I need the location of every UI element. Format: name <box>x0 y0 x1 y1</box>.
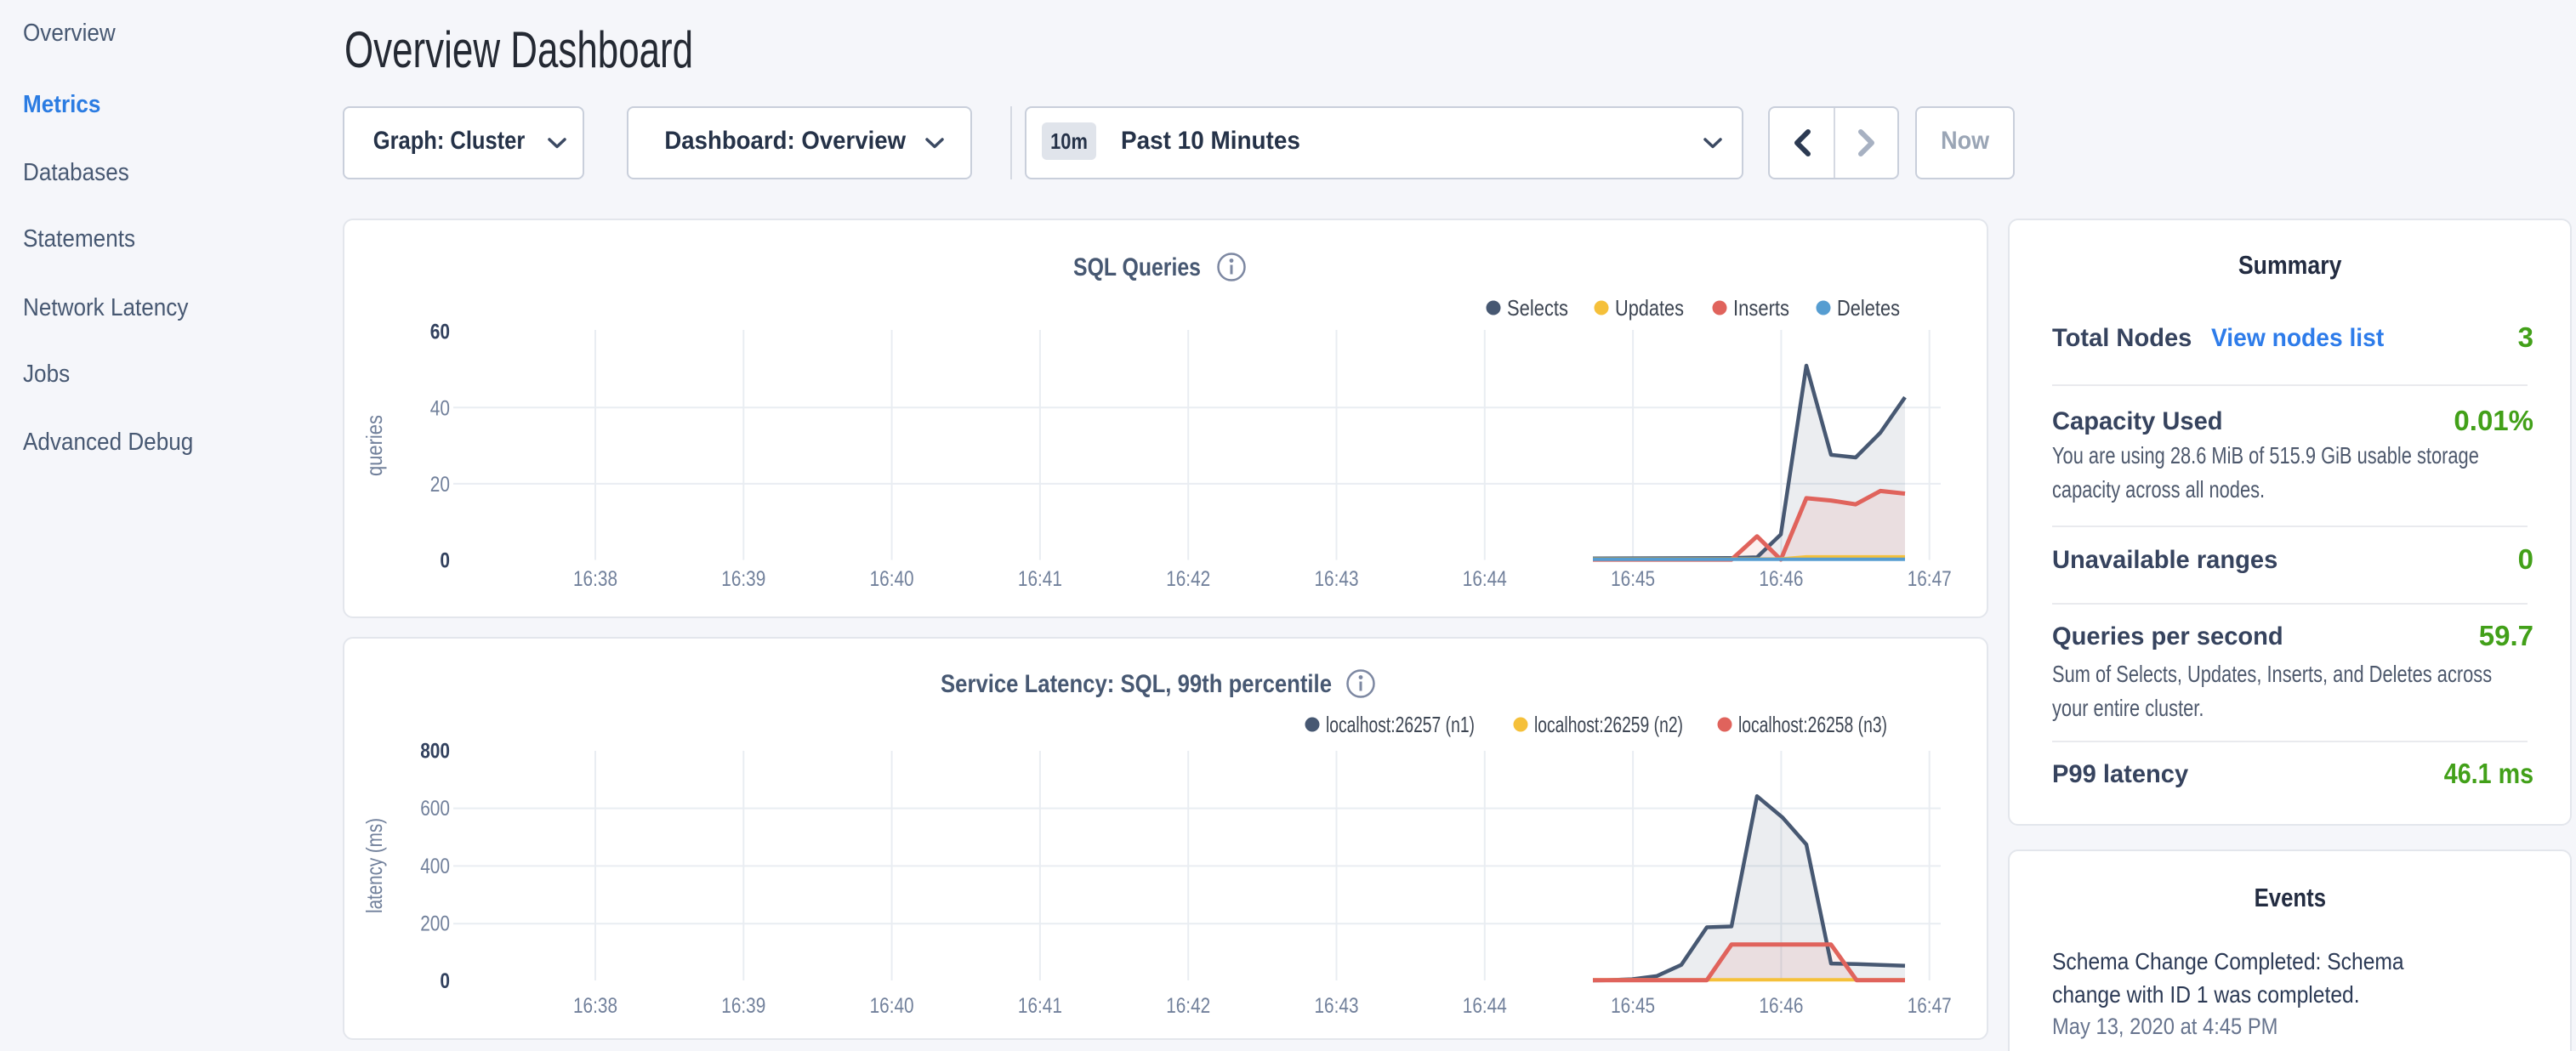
svg-text:latency (ms): latency (ms) <box>361 818 387 913</box>
svg-text:Inserts: Inserts <box>1733 295 1789 321</box>
svg-text:16:44: 16:44 <box>1463 994 1507 1018</box>
svg-text:16:46: 16:46 <box>1759 567 1803 591</box>
svg-text:16:42: 16:42 <box>1166 567 1210 591</box>
svg-text:queries: queries <box>361 415 387 476</box>
svg-text:400: 400 <box>420 855 450 878</box>
svg-text:600: 600 <box>420 797 450 821</box>
svg-text:200: 200 <box>420 912 450 935</box>
svg-text:16:40: 16:40 <box>870 567 914 591</box>
svg-text:16:45: 16:45 <box>1611 994 1655 1018</box>
svg-text:0: 0 <box>440 549 450 573</box>
svg-text:16:40: 16:40 <box>870 994 914 1018</box>
svg-text:localhost:26257 (n1): localhost:26257 (n1) <box>1326 712 1475 737</box>
svg-text:60: 60 <box>430 321 450 344</box>
svg-text:Deletes: Deletes <box>1837 295 1900 321</box>
svg-text:16:41: 16:41 <box>1018 567 1062 591</box>
svg-text:Selects: Selects <box>1507 295 1568 321</box>
svg-text:16:44: 16:44 <box>1463 567 1507 591</box>
svg-text:16:46: 16:46 <box>1759 994 1803 1018</box>
svg-text:16:38: 16:38 <box>573 994 617 1018</box>
svg-text:16:43: 16:43 <box>1315 567 1359 591</box>
svg-text:SQL Queries: SQL Queries <box>1073 253 1201 281</box>
svg-text:16:38: 16:38 <box>573 567 617 591</box>
svg-text:16:43: 16:43 <box>1315 994 1359 1018</box>
svg-text:800: 800 <box>420 740 450 764</box>
svg-text:16:41: 16:41 <box>1018 994 1062 1018</box>
svg-text:localhost:26258 (n3): localhost:26258 (n3) <box>1738 712 1887 737</box>
svg-text:16:47: 16:47 <box>1908 567 1952 591</box>
svg-text:16:39: 16:39 <box>721 567 765 591</box>
svg-text:16:42: 16:42 <box>1166 994 1210 1018</box>
svg-text:0: 0 <box>440 969 450 993</box>
svg-text:Service Latency: SQL, 99th per: Service Latency: SQL, 99th percentile <box>941 670 1332 698</box>
svg-text:16:45: 16:45 <box>1611 567 1655 591</box>
svg-text:16:47: 16:47 <box>1908 994 1952 1018</box>
svg-text:Updates: Updates <box>1615 295 1684 321</box>
svg-text:20: 20 <box>430 473 450 497</box>
svg-text:16:39: 16:39 <box>721 994 765 1018</box>
svg-text:40: 40 <box>430 396 450 420</box>
svg-text:localhost:26259 (n2): localhost:26259 (n2) <box>1534 712 1683 737</box>
